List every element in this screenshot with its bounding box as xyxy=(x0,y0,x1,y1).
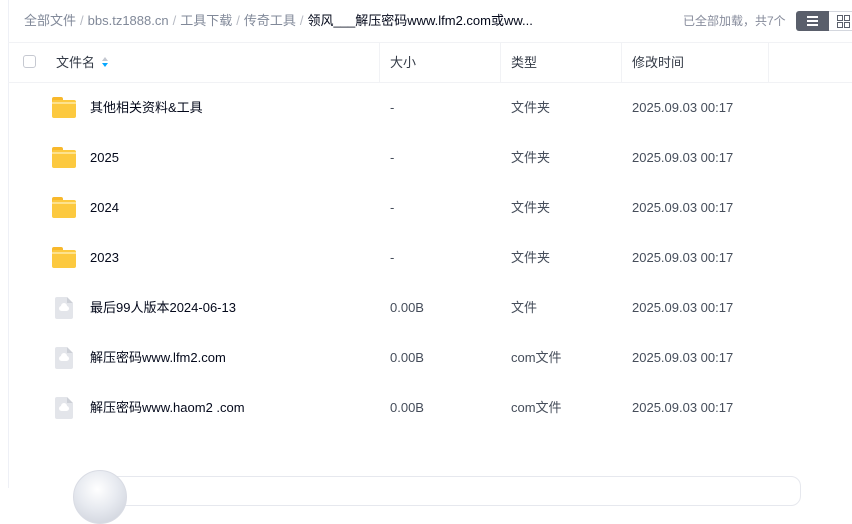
modified-time: 2025.09.03 00:17 xyxy=(632,350,734,365)
file-type: 文件夹 xyxy=(511,250,551,265)
file-name[interactable]: 2024 xyxy=(90,200,119,216)
file-icon xyxy=(55,347,73,369)
modified-time: 2025.09.03 00:17 xyxy=(632,250,734,265)
table-row[interactable]: 2025 - 文件夹 2025.09.03 00:17 xyxy=(8,133,852,183)
file-size: - xyxy=(390,100,395,115)
breadcrumb-separator: / xyxy=(299,13,304,28)
file-name[interactable]: 解压密码www.lfm2.com xyxy=(90,350,226,366)
folder-icon xyxy=(52,197,76,218)
table-header: 文件名 大小 类型 修改时间 xyxy=(8,42,852,83)
breadcrumb-item-site[interactable]: bbs.tz1888.cn xyxy=(88,13,169,28)
folder-icon xyxy=(52,247,76,268)
file-type: 文件 xyxy=(511,300,538,315)
folder-icon xyxy=(52,147,76,168)
breadcrumb-current: 领风___解压密码www.lfm2.com或ww... xyxy=(307,13,533,28)
modified-time: 2025.09.03 00:17 xyxy=(632,100,734,115)
modified-time: 2025.09.03 00:17 xyxy=(632,150,734,165)
file-name[interactable]: 其他相关资料&工具 xyxy=(90,100,203,116)
breadcrumb-item-tools-download[interactable]: 工具下载 xyxy=(180,13,232,28)
file-name[interactable]: 2025 xyxy=(90,150,119,166)
file-name[interactable]: 2023 xyxy=(90,250,119,266)
modified-time: 2025.09.03 00:17 xyxy=(632,400,734,415)
file-size: 0.00B xyxy=(390,300,424,315)
table-row[interactable]: 2023 - 文件夹 2025.09.03 00:17 xyxy=(8,233,852,283)
column-divider xyxy=(768,43,769,83)
file-icon xyxy=(55,397,73,419)
breadcrumb-separator: / xyxy=(172,13,177,28)
select-all-checkbox[interactable] xyxy=(23,55,36,68)
column-divider xyxy=(621,43,622,83)
modified-time: 2025.09.03 00:17 xyxy=(632,200,734,215)
grid-view-icon[interactable] xyxy=(829,11,852,31)
modified-time: 2025.09.03 00:17 xyxy=(632,300,734,315)
file-name[interactable]: 最后99人版本2024-06-13 xyxy=(90,300,236,316)
table-row[interactable]: 解压密码www.lfm2.com 0.00B com文件 2025.09.03 … xyxy=(8,333,852,383)
file-icon xyxy=(55,297,73,319)
table-row[interactable]: 最后99人版本2024-06-13 0.00B 文件 2025.09.03 00… xyxy=(8,283,852,333)
file-name[interactable]: 解压密码www.haom2 .com xyxy=(90,400,245,416)
table-row[interactable]: 解压密码www.haom2 .com 0.00B com文件 2025.09.0… xyxy=(8,383,852,433)
breadcrumb-item-legend-tools[interactable]: 传奇工具 xyxy=(244,13,296,28)
breadcrumb-item-all-files[interactable]: 全部文件 xyxy=(24,13,76,28)
column-header-type[interactable]: 类型 xyxy=(511,55,537,71)
table-row[interactable]: 其他相关资料&工具 - 文件夹 2025.09.03 00:17 xyxy=(8,83,852,133)
bottom-panel xyxy=(108,476,801,506)
file-size: - xyxy=(390,250,395,265)
breadcrumb-separator: / xyxy=(236,13,240,28)
file-size: - xyxy=(390,150,395,165)
file-size: 0.00B xyxy=(390,400,424,415)
table-row[interactable]: 2024 - 文件夹 2025.09.03 00:17 xyxy=(8,183,852,233)
breadcrumb: 全部文件 / bbs.tz1888.cn / 工具下载 / 传奇工具 / 领风___解压密码ww… xyxy=(24,13,533,29)
load-status-text: 已全部加载，共7个 xyxy=(683,14,786,28)
column-divider xyxy=(379,43,380,83)
breadcrumb-separator: / xyxy=(80,13,84,28)
column-header-modified[interactable]: 修改时间 xyxy=(632,55,684,71)
file-size: 0.00B xyxy=(390,350,424,365)
folder-icon xyxy=(52,97,76,118)
column-header-size[interactable]: 大小 xyxy=(390,55,416,71)
top-bar: 全部文件 / bbs.tz1888.cn / 工具下载 / 传奇工具 / 领风___解压密码ww… xyxy=(0,0,852,42)
file-size: - xyxy=(390,200,395,215)
file-type: 文件夹 xyxy=(511,200,551,215)
file-type: 文件夹 xyxy=(511,100,551,115)
file-type: com文件 xyxy=(511,350,562,365)
file-type: 文件夹 xyxy=(511,150,551,165)
list-view-icon[interactable] xyxy=(796,11,829,31)
sort-icon[interactable] xyxy=(102,57,108,69)
avatar[interactable] xyxy=(73,470,127,524)
column-header-name[interactable]: 文件名 xyxy=(56,55,95,71)
file-type: com文件 xyxy=(511,400,562,415)
column-divider xyxy=(500,43,501,83)
